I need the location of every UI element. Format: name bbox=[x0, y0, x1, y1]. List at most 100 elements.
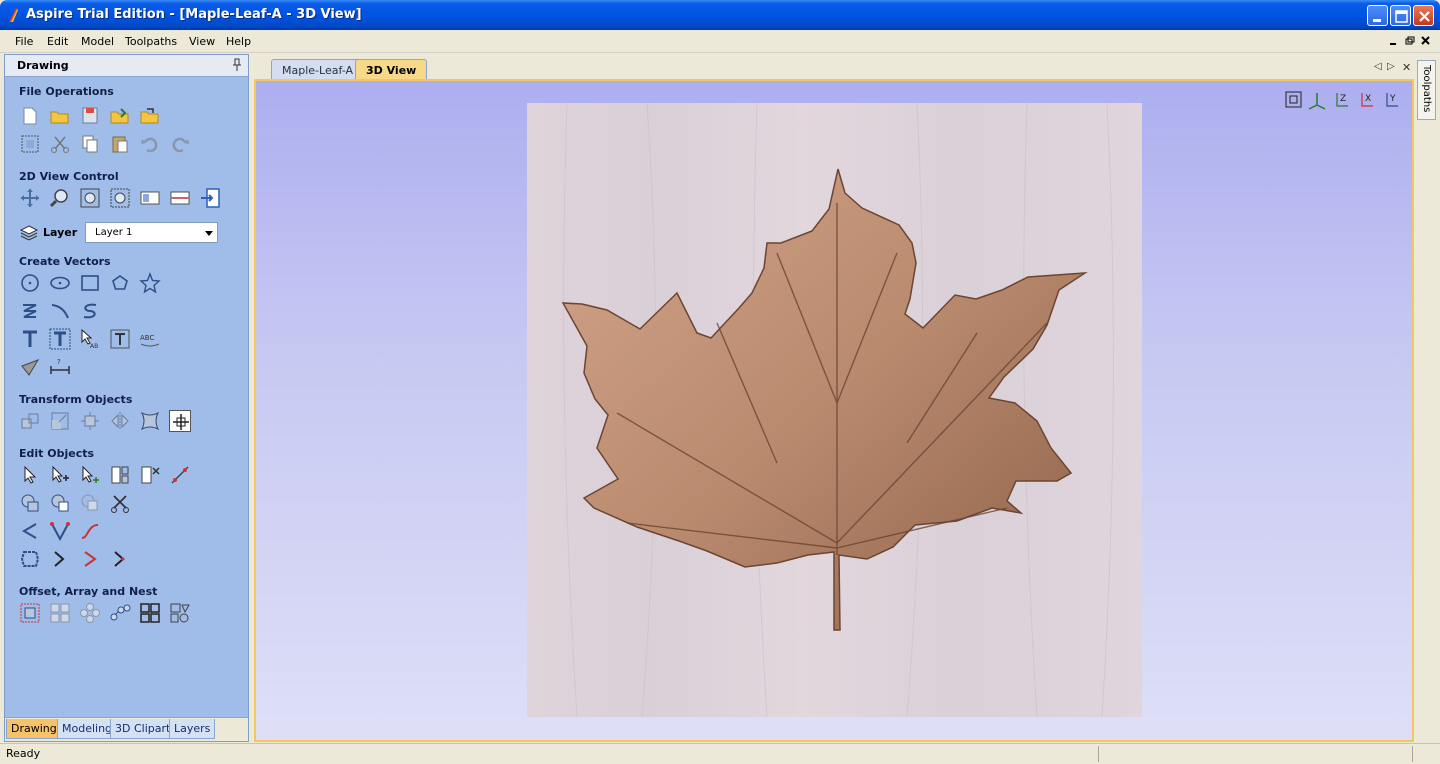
extend-vector-button[interactable] bbox=[49, 548, 71, 570]
side-view-button[interactable] bbox=[139, 187, 161, 209]
redo-button[interactable] bbox=[169, 133, 191, 155]
copy-button[interactable] bbox=[79, 133, 101, 155]
draw-polygon-button[interactable] bbox=[109, 272, 131, 294]
view-y-icon: Y bbox=[1386, 93, 1398, 107]
array-copy-button[interactable] bbox=[139, 602, 161, 624]
offset-icon bbox=[20, 603, 40, 623]
draw-curve-button[interactable] bbox=[79, 300, 101, 322]
zoom-selection-button[interactable] bbox=[109, 187, 131, 209]
scissors-button[interactable] bbox=[109, 492, 131, 514]
menu-toolpaths[interactable]: Toolpaths bbox=[125, 35, 177, 48]
text-on-curve-icon: ABC bbox=[140, 334, 160, 347]
polygon-icon bbox=[112, 275, 128, 290]
distort-button[interactable] bbox=[139, 410, 161, 432]
layer-dropdown[interactable]: Layer 1 bbox=[85, 222, 218, 243]
close-button[interactable] bbox=[1413, 5, 1434, 26]
tab-3d-view[interactable]: 3D View bbox=[355, 59, 428, 80]
undo-button[interactable] bbox=[139, 133, 161, 155]
curve-fit-button[interactable] bbox=[49, 520, 71, 542]
transform-mode-button[interactable] bbox=[169, 410, 191, 432]
intersect-button[interactable] bbox=[79, 492, 101, 514]
draw-star-button[interactable] bbox=[139, 272, 161, 294]
trim-vector-button[interactable] bbox=[79, 548, 101, 570]
join-open-vectors-button[interactable] bbox=[19, 520, 41, 542]
smooth-button[interactable] bbox=[79, 520, 101, 542]
document-tabs: Maple-Leaf-A 3D View ◁ ▷ ✕ bbox=[252, 54, 1414, 80]
save-file-button[interactable] bbox=[79, 105, 101, 127]
curve-fit-icon bbox=[50, 522, 70, 542]
text-button[interactable] bbox=[19, 328, 41, 350]
zoom-button[interactable] bbox=[49, 187, 71, 209]
text-box-button[interactable] bbox=[49, 328, 71, 350]
fillet-icon bbox=[171, 466, 189, 484]
menu-edit[interactable]: Edit bbox=[47, 35, 68, 48]
text-select-button[interactable]: AB bbox=[79, 328, 101, 350]
zoom-extents-button[interactable] bbox=[79, 187, 101, 209]
tab-3d-clipart[interactable]: 3D Clipart bbox=[110, 719, 176, 739]
star-icon bbox=[139, 272, 161, 294]
draw-ellipse-button[interactable] bbox=[49, 272, 71, 294]
select-button[interactable] bbox=[19, 464, 41, 486]
tab-scroll-left-icon[interactable]: ◁ bbox=[1374, 61, 1382, 72]
tab-layers[interactable]: Layers bbox=[169, 719, 216, 739]
menu-help[interactable]: Help bbox=[226, 35, 251, 48]
tab-modeling[interactable]: Modeling bbox=[57, 719, 118, 739]
text-icon bbox=[23, 330, 37, 347]
draw-arc-button[interactable] bbox=[49, 300, 71, 322]
maximize-button[interactable] bbox=[1390, 5, 1411, 26]
copy-icon bbox=[82, 135, 98, 153]
minimize-button[interactable] bbox=[1367, 5, 1388, 26]
cut-button[interactable] bbox=[49, 133, 71, 155]
draw-circle-button[interactable] bbox=[19, 272, 41, 294]
create-fillet-button[interactable] bbox=[109, 548, 131, 570]
import-button[interactable] bbox=[109, 105, 131, 127]
trim-button[interactable] bbox=[109, 464, 131, 486]
text-auto-layout-button[interactable] bbox=[109, 328, 131, 350]
tile-view-button[interactable] bbox=[169, 187, 191, 209]
interactive-select-button[interactable] bbox=[79, 464, 101, 486]
pan-button[interactable] bbox=[19, 187, 41, 209]
circular-copy-button[interactable] bbox=[79, 602, 101, 624]
export-view-button[interactable] bbox=[199, 187, 221, 209]
subtract-button[interactable] bbox=[49, 492, 71, 514]
pan-icon bbox=[21, 189, 39, 207]
3d-view-canvas[interactable]: Z X Y bbox=[256, 81, 1412, 740]
fillet-button[interactable] bbox=[169, 464, 191, 486]
tab-close-icon[interactable]: ✕ bbox=[1402, 61, 1411, 74]
menu-model[interactable]: Model bbox=[81, 35, 114, 48]
new-file-button[interactable] bbox=[19, 105, 41, 127]
menu-file[interactable]: File bbox=[15, 35, 33, 48]
open-file-button[interactable] bbox=[49, 105, 71, 127]
weld-button[interactable] bbox=[19, 492, 41, 514]
move-icon bbox=[21, 413, 39, 429]
delete-vectors-button[interactable] bbox=[139, 464, 161, 486]
text-cursor-icon: AB bbox=[81, 328, 98, 350]
copy-along-vector-button[interactable] bbox=[109, 602, 131, 624]
paste-button[interactable] bbox=[109, 133, 131, 155]
scale-button[interactable] bbox=[49, 410, 71, 432]
trim-vector-icon bbox=[84, 551, 97, 567]
dimension-button[interactable]: ? bbox=[49, 356, 71, 378]
toolpaths-tab[interactable]: Toolpaths bbox=[1417, 60, 1436, 120]
node-edit-button[interactable] bbox=[49, 464, 71, 486]
move-button[interactable] bbox=[19, 410, 41, 432]
dimension-icon: ? bbox=[50, 358, 70, 374]
mirror-button[interactable] bbox=[109, 410, 131, 432]
import-bitmap-button[interactable] bbox=[139, 105, 161, 127]
pin-icon[interactable] bbox=[232, 58, 242, 72]
nesting-button[interactable] bbox=[169, 602, 191, 624]
close-vectors-button[interactable] bbox=[19, 548, 41, 570]
select-all-button[interactable] bbox=[19, 133, 41, 155]
align-button[interactable] bbox=[79, 410, 101, 432]
draw-rectangle-button[interactable] bbox=[79, 272, 101, 294]
dimension-angle-button[interactable] bbox=[19, 356, 41, 378]
tab-maple-leaf-a[interactable]: Maple-Leaf-A bbox=[271, 59, 364, 80]
offset-button[interactable] bbox=[19, 602, 41, 624]
zoom-selection-icon bbox=[110, 188, 130, 208]
block-copy-button[interactable] bbox=[49, 602, 71, 624]
draw-polyline-button[interactable] bbox=[19, 300, 41, 322]
text-on-curve-button[interactable]: ABC bbox=[139, 328, 161, 350]
menu-view[interactable]: View bbox=[189, 35, 215, 48]
tab-drawing[interactable]: Drawing bbox=[6, 719, 62, 739]
tab-scroll-right-icon[interactable]: ▷ bbox=[1387, 61, 1395, 72]
